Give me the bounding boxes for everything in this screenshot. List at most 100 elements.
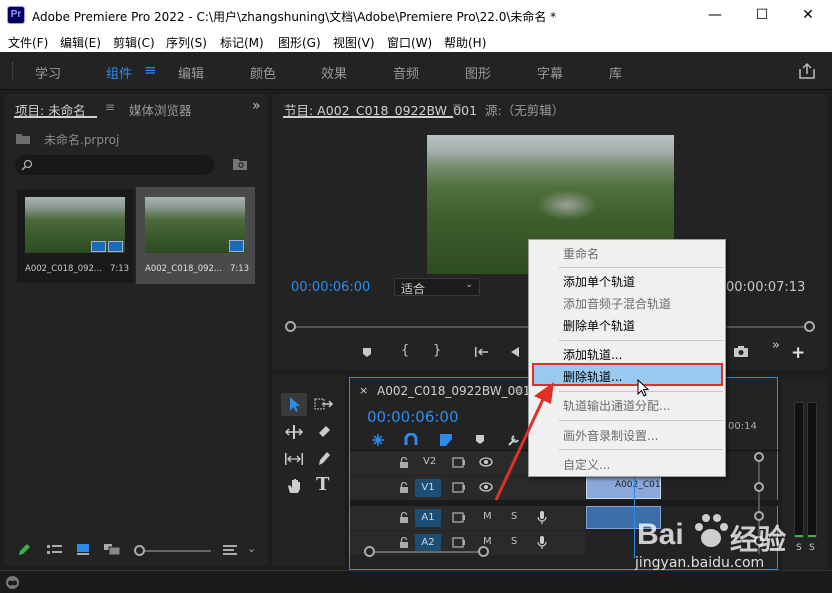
v-scroll-handle[interactable] bbox=[754, 452, 764, 462]
sync-lock-icon[interactable] bbox=[452, 537, 466, 548]
playhead-timecode[interactable]: 00:00:06:00 bbox=[291, 280, 370, 295]
pencil-icon[interactable] bbox=[17, 543, 31, 557]
add-marker-icon[interactable] bbox=[475, 434, 485, 445]
snap-magnet-icon[interactable] bbox=[404, 433, 418, 447]
scrub-handle-left[interactable] bbox=[285, 321, 296, 332]
step-back-icon[interactable] bbox=[509, 346, 521, 358]
tab-source[interactable]: 源:（无剪辑） bbox=[485, 100, 564, 119]
workspace-effects[interactable]: 效果 bbox=[321, 63, 347, 82]
track-target-v1[interactable]: V1 bbox=[415, 479, 441, 497]
tab-menu-icon[interactable]: ≡ bbox=[452, 100, 462, 114]
workspace-menu-icon[interactable]: ≡ bbox=[144, 61, 157, 79]
grip-icon bbox=[12, 62, 14, 80]
menu-delete-single-track[interactable]: 删除单个轨道 bbox=[563, 317, 635, 334]
lock-icon[interactable] bbox=[399, 482, 409, 494]
export-frame-icon[interactable] bbox=[733, 345, 749, 358]
microphone-icon[interactable] bbox=[537, 535, 547, 550]
add-button-icon[interactable]: + bbox=[791, 343, 805, 363]
solo-button[interactable]: S bbox=[511, 511, 517, 522]
add-marker-icon[interactable] bbox=[362, 347, 372, 358]
workspace-assembly[interactable]: 组件 bbox=[106, 63, 132, 82]
fit-dropdown[interactable]: 适合 ⌄ bbox=[394, 278, 480, 296]
tab-menu-icon[interactable]: ≡ bbox=[105, 100, 115, 114]
menu-voiceover-settings[interactable]: 画外音录制设置... bbox=[563, 427, 658, 444]
menu-track-output-mapping[interactable]: 轨道输出通道分配... bbox=[563, 397, 670, 414]
track-target-a2[interactable]: A2 bbox=[415, 534, 441, 552]
sync-lock-icon[interactable] bbox=[452, 457, 466, 468]
slip-icon[interactable] bbox=[284, 452, 304, 466]
menu-graphics[interactable]: 图形(G) bbox=[278, 34, 321, 51]
timeline-timecode[interactable]: 00:00:06:00 bbox=[367, 408, 459, 426]
h-scroll-handle-right[interactable] bbox=[478, 546, 489, 557]
mark-in-icon[interactable]: { bbox=[401, 343, 409, 358]
maximize-button[interactable]: ☐ bbox=[739, 0, 785, 30]
pen-icon[interactable] bbox=[316, 450, 332, 467]
selection-tool[interactable] bbox=[281, 393, 307, 416]
ripple-edit-icon[interactable] bbox=[284, 424, 304, 440]
freeform-view-icon[interactable] bbox=[103, 543, 121, 556]
h-scrollbar[interactable] bbox=[368, 551, 483, 553]
lock-icon[interactable] bbox=[399, 457, 409, 469]
workspace-audio[interactable]: 音频 bbox=[393, 63, 419, 82]
nest-icon[interactable] bbox=[371, 433, 385, 447]
workspace-editing[interactable]: 编辑 bbox=[178, 63, 204, 82]
creative-cloud-icon[interactable] bbox=[5, 575, 20, 590]
overflow-icon[interactable]: » bbox=[772, 338, 780, 353]
workspace-graphics[interactable]: 图形 bbox=[465, 63, 491, 82]
list-view-icon[interactable] bbox=[47, 544, 63, 556]
menu-rename[interactable]: 重命名 bbox=[563, 245, 599, 262]
menu-help[interactable]: 帮助(H) bbox=[444, 34, 486, 51]
scrub-handle-right[interactable] bbox=[804, 321, 815, 332]
hand-icon[interactable] bbox=[286, 477, 303, 495]
menu-marker[interactable]: 标记(M) bbox=[220, 34, 264, 51]
workspace-color[interactable]: 颜色 bbox=[250, 63, 276, 82]
menu-clip[interactable]: 剪辑(C) bbox=[113, 34, 155, 51]
menu-delete-tracks[interactable]: 删除轨道... bbox=[563, 368, 622, 385]
icon-view-icon[interactable] bbox=[76, 543, 90, 556]
close-tab-icon[interactable]: × bbox=[359, 384, 368, 397]
menu-edit[interactable]: 编辑(E) bbox=[60, 34, 101, 51]
mark-out-icon[interactable]: } bbox=[433, 343, 441, 358]
workspace-captions[interactable]: 字幕 bbox=[537, 63, 563, 82]
workspace-libraries[interactable]: 库 bbox=[609, 63, 622, 82]
clip-card[interactable]: A002_C018_092... 7:13 bbox=[17, 189, 134, 283]
menu-sequence[interactable]: 序列(S) bbox=[166, 34, 207, 51]
minimize-button[interactable]: — bbox=[692, 0, 738, 30]
sync-lock-icon[interactable] bbox=[452, 512, 466, 523]
sort-icon[interactable] bbox=[223, 545, 237, 556]
lock-icon[interactable] bbox=[399, 512, 409, 524]
menu-add-single-track[interactable]: 添加单个轨道 bbox=[563, 273, 635, 290]
tab-media-browser[interactable]: 媒体浏览器 bbox=[129, 100, 192, 119]
menu-customize[interactable]: 自定义... bbox=[563, 456, 610, 473]
new-search-bin-icon[interactable] bbox=[232, 157, 248, 171]
menu-add-tracks[interactable]: 添加轨道... bbox=[563, 346, 622, 363]
lock-icon[interactable] bbox=[399, 537, 409, 549]
menu-file[interactable]: 文件(F) bbox=[8, 34, 48, 51]
menu-delete-tracks-highlight[interactable]: 删除轨道... bbox=[532, 363, 723, 386]
sync-lock-icon[interactable] bbox=[452, 482, 466, 493]
v-scroll-handle[interactable] bbox=[754, 482, 764, 492]
linked-selection-icon[interactable] bbox=[439, 433, 453, 447]
close-button[interactable]: ✕ bbox=[785, 0, 831, 30]
clip-card-selected[interactable]: A002_C018_092... 7:13 bbox=[136, 187, 255, 284]
share-icon[interactable] bbox=[798, 62, 816, 80]
menu-window[interactable]: 窗口(W) bbox=[387, 34, 432, 51]
mute-button[interactable]: M bbox=[483, 511, 492, 522]
razor-icon[interactable] bbox=[316, 423, 332, 439]
panel-overflow-icon[interactable]: » bbox=[252, 98, 261, 114]
video-clip[interactable]: A002_C01 bbox=[586, 476, 661, 499]
zoom-slider-handle[interactable] bbox=[134, 545, 145, 556]
h-scroll-handle-left[interactable] bbox=[364, 546, 375, 557]
go-to-in-icon[interactable] bbox=[474, 346, 490, 358]
chevron-down-icon[interactable]: ⌄ bbox=[247, 542, 256, 555]
track-target-a1[interactable]: A1 bbox=[415, 509, 441, 527]
search-input[interactable] bbox=[15, 155, 214, 175]
microphone-icon[interactable] bbox=[537, 510, 547, 525]
type-tool-icon[interactable]: T bbox=[316, 474, 329, 495]
solo-button[interactable]: S bbox=[511, 536, 517, 547]
zoom-slider[interactable] bbox=[136, 550, 211, 552]
track-select-forward-icon[interactable] bbox=[314, 397, 334, 411]
workspace-learn[interactable]: 学习 bbox=[35, 63, 61, 82]
menu-add-audio-submix-track[interactable]: 添加音频子混合轨道 bbox=[563, 295, 671, 312]
menu-view[interactable]: 视图(V) bbox=[333, 34, 375, 51]
